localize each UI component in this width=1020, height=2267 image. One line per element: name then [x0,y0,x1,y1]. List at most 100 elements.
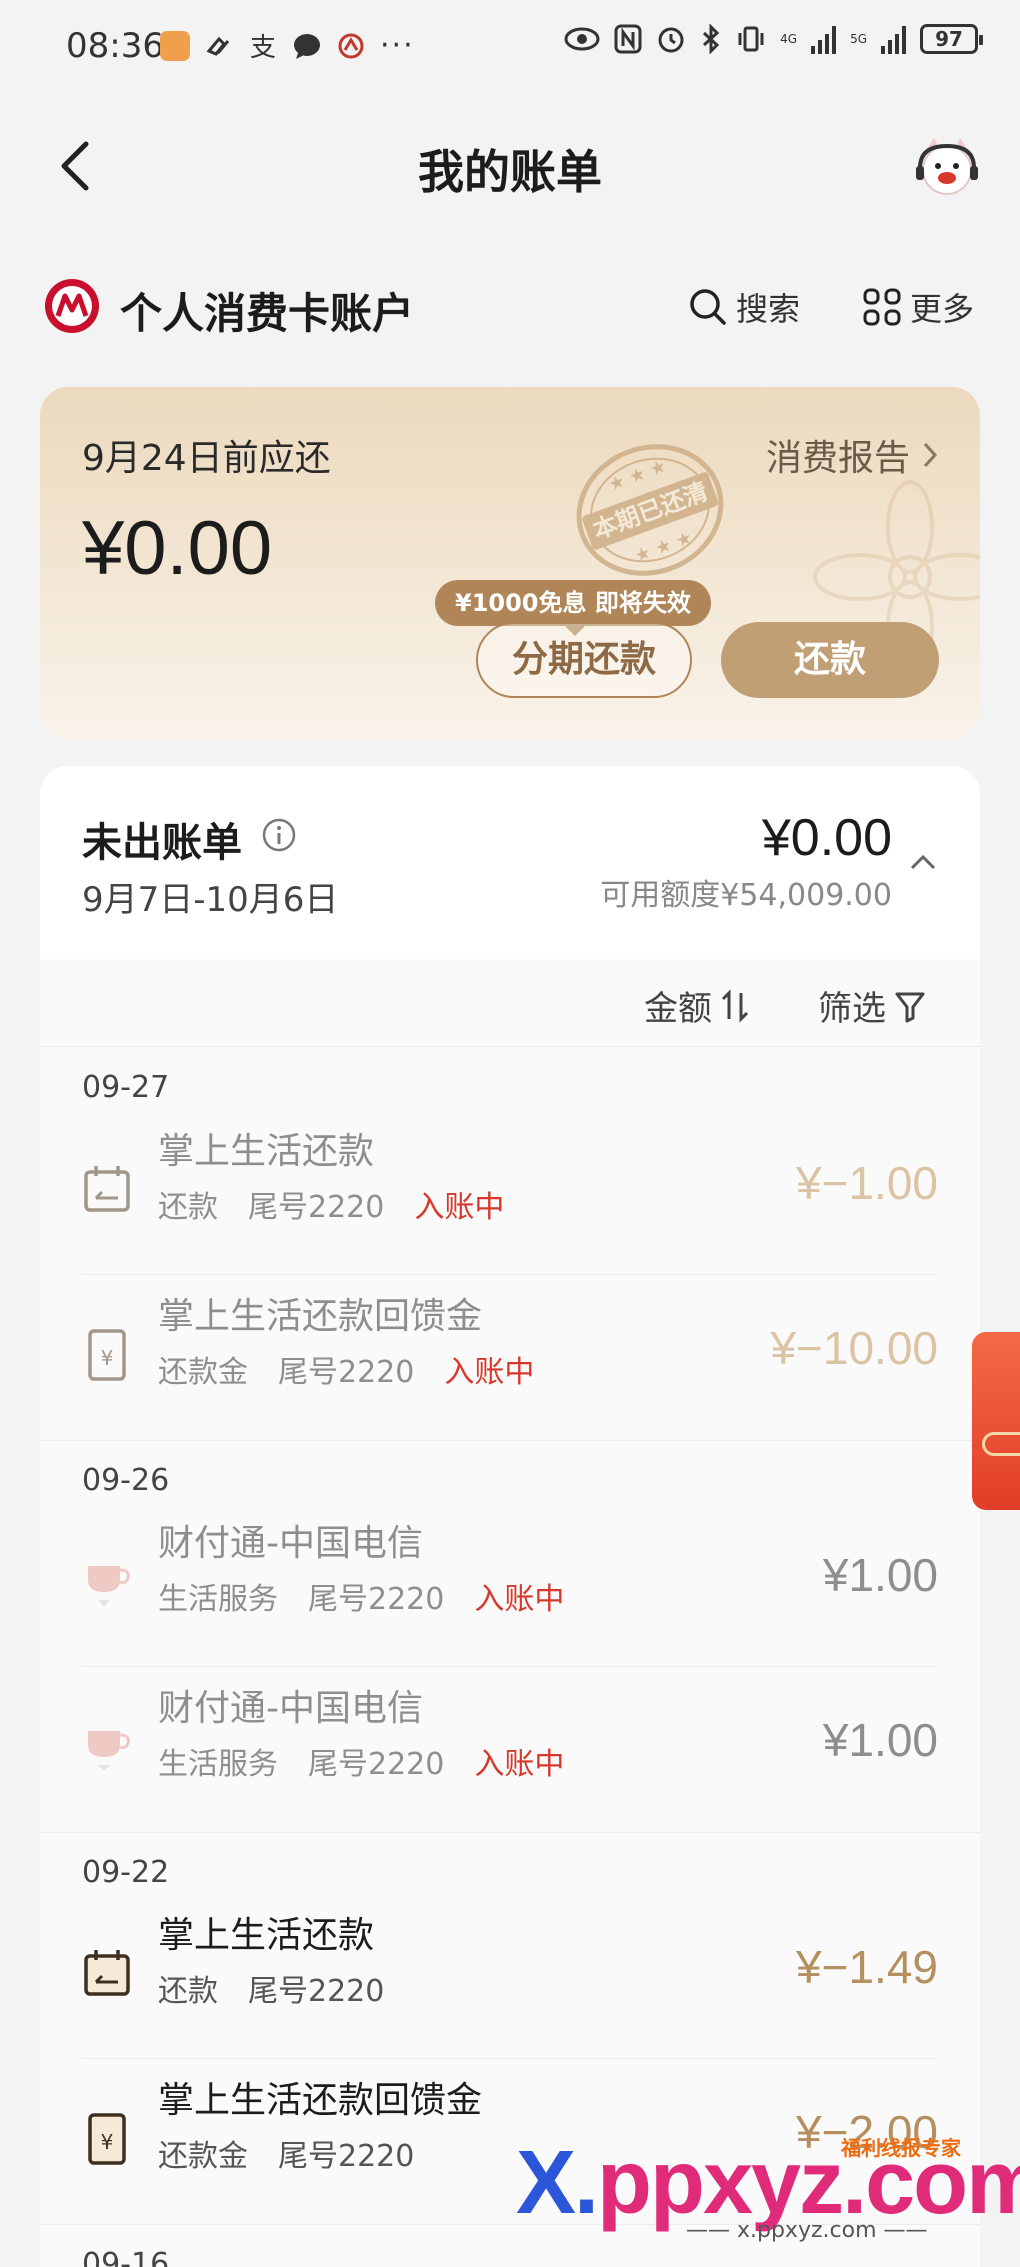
signal-4g-icon [811,24,837,54]
signal-5g-label: 5G [850,32,867,46]
date-header: 09-16 [40,2224,980,2267]
transaction-meta: 还款 尾号2220 入账中 [158,1182,504,1226]
signal-4g-label: 4G [780,32,798,46]
calendar-repay-icon [84,1166,130,1212]
unbilled-panel: 未出账单 9月7日-10月6日 ¥0.00 可用额度¥54,009.00 金额 … [40,766,980,2267]
transaction-row[interactable]: 掌上生活还款 还款 尾号2220 入账中 ¥−1.00 [82,1110,938,1275]
account-name: 个人消费卡账户 [120,289,415,338]
battery-icon: 97 [920,24,983,54]
transaction-list-area: 金额 筛选 09-27 掌上生活还款 还款 尾号2220 入账中 ¥−1.00 … [40,959,980,2267]
transaction-title: 掌上生活还款回馈金 [158,2080,483,2121]
card-tail: 尾号2220 [278,1355,415,1390]
unbilled-amount: ¥0.00 [761,809,892,867]
billing-period: 9月7日-10月6日 [82,880,339,920]
bank-logo-icon [45,279,99,333]
search-icon [690,289,726,325]
calendar-repay-icon [84,1950,130,1996]
grid-icon [863,288,901,326]
sort-by-amount-button[interactable]: 金额 [644,981,750,1030]
transaction-row[interactable]: 掌上生活还款 还款 尾号2220 ¥−1.49 [82,1894,938,2059]
transaction-row[interactable]: ¥ 掌上生活还款回馈金 还款金 尾号2220 ¥−2.00 [82,2059,938,2224]
nav-bar: 我的账单 [0,110,1020,220]
info-icon[interactable] [262,818,296,852]
more-label: 更多 [910,290,975,328]
floating-promo-tab[interactable] [972,1332,1020,1510]
nfc-icon [614,24,642,54]
transaction-category: 还款金 [158,2139,248,2174]
available-credit: 可用额度¥54,009.00 [600,878,892,913]
sort-label: 金额 [644,989,712,1029]
customer-service-mascot-icon[interactable] [912,132,982,202]
search-button[interactable]: 搜索 [688,284,800,330]
filter-button[interactable]: 筛选 [818,981,926,1030]
page-title: 我的账单 [418,145,602,199]
transaction-meta: 还款 尾号2220 [158,1966,384,2010]
link-icon [206,36,230,56]
transaction-row[interactable]: 财付通-中国电信 生活服务 尾号2220 入账中 ¥1.00 [82,1667,938,1832]
transaction-category: 生活服务 [158,1582,278,1617]
transaction-row[interactable]: 财付通-中国电信 生活服务 尾号2220 入账中 ¥1.00 [82,1502,938,1667]
transaction-amount: ¥−1.49 [796,1941,938,1993]
card-tail: 尾号2220 [248,1974,385,2009]
alipay-icon: 支 [250,33,276,61]
repayment-summary-card: 9月24日前应还 ¥0.00 消费报告 本期已还清 ★ ★ ★ ★ ★ ★ ¥1… [40,387,980,739]
status-bar: 08:36 支 ··· 4G 5G 97 [0,0,1020,95]
cup-icon [88,1731,130,1771]
date-header: 09-22 [40,1832,980,1894]
consumption-report-link[interactable]: 消费报告 [766,429,940,481]
transaction-title: 掌上生活还款 [158,1131,375,1172]
signal-5g-icon [881,24,906,54]
chevron-up-icon[interactable] [906,846,940,880]
list-toolbar: 金额 筛选 [40,959,980,1047]
more-button[interactable]: 更多 [862,284,974,330]
date-header: 09-27 [82,1070,170,1105]
due-amount: ¥0.00 [82,506,273,591]
cashback-icon: ¥ [88,1329,126,1381]
transaction-category: 生活服务 [158,1747,278,1782]
sort-icon [721,988,749,1023]
transaction-row[interactable]: ¥ 掌上生活还款回馈金 还款金 尾号2220 入账中 ¥−10.00 [82,1275,938,1440]
transaction-category: 还款 [158,1190,218,1225]
vibrate-icon [738,26,764,52]
cashback-icon: ¥ [88,2113,126,2165]
chat-icon [294,33,320,59]
posting-status: 入账中 [414,1190,505,1225]
unbilled-title: 未出账单 [82,820,242,866]
paid-off-stamp-icon: 本期已还清 ★ ★ ★ ★ ★ ★ [576,444,724,576]
posting-status: 入账中 [444,1355,535,1390]
transaction-title: 掌上生活还款 [158,1915,375,1956]
cup-icon [88,1566,130,1606]
filter-icon [895,992,925,1022]
transaction-title: 掌上生活还款回馈金 [158,1296,483,1337]
transaction-category: 还款金 [158,1355,248,1390]
alarm-icon [658,27,684,53]
system-icons: 4G 5G 97 [564,24,983,54]
unbilled-header[interactable]: 未出账单 9月7日-10月6日 ¥0.00 可用额度¥54,009.00 [40,766,980,959]
search-label: 搜索 [736,290,801,328]
due-date-label: 9月24日前应还 [82,438,331,479]
interest-free-badge[interactable]: ¥1000免息 即将失效 [435,580,711,636]
transaction-category: 还款 [158,1974,218,2009]
status-time: 08:36 [66,26,164,66]
bank-icon [338,33,364,58]
transaction-amount: ¥1.00 [822,1549,938,1601]
eye-icon [564,27,600,51]
transaction-amount: ¥−2.00 [796,2106,938,2158]
account-header: 个人消费卡账户 搜索 更多 [0,270,1020,340]
transaction-meta: 还款金 尾号2220 [158,2131,414,2175]
chevron-right-icon [923,442,938,468]
installment-button[interactable]: 分期还款 [476,622,692,698]
app-icon [160,30,190,61]
card-tail: 尾号2220 [308,1747,445,1782]
svg-text:¥: ¥ [101,1346,114,1370]
notification-icons: 支 ··· [160,28,415,63]
filter-label: 筛选 [818,989,886,1029]
svg-text:¥: ¥ [101,2130,114,2154]
more-notifications-icon: ··· [380,28,415,63]
transaction-amount: ¥−10.00 [770,1322,938,1374]
transaction-amount: ¥1.00 [822,1714,938,1766]
transaction-list: 09-27 掌上生活还款 还款 尾号2220 入账中 ¥−1.00 ¥ 掌上生活… [40,1048,980,2267]
repay-button[interactable]: 还款 [721,622,939,698]
card-tail: 尾号2220 [278,2139,415,2174]
posting-status: 入账中 [474,1582,565,1617]
